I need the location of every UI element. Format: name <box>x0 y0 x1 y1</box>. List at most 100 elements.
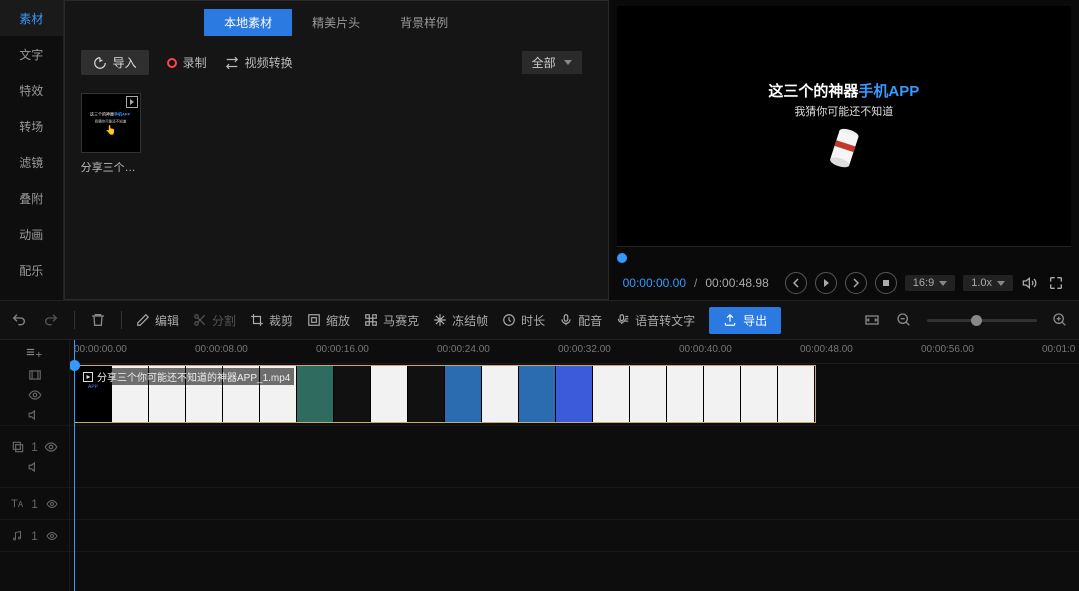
audio-track-header[interactable]: 1 <box>0 520 69 552</box>
convert-button[interactable]: 视频转换 <box>225 54 293 71</box>
speaker-icon[interactable] <box>28 460 42 474</box>
record-button[interactable]: 录制 <box>167 54 207 71</box>
main-toolbar: 编辑 分割 裁剪 缩放 马赛克 冻结帧 时长 配音 语音转文字 导出 <box>0 300 1079 340</box>
sidebar-item-transition[interactable]: 转场 <box>0 108 63 144</box>
text-track[interactable] <box>70 488 1079 520</box>
sidebar-item-fx[interactable]: 特效 <box>0 72 63 108</box>
sidebar-item-music[interactable]: 配乐 <box>0 252 63 288</box>
asset-item[interactable]: 这三个的神器手机APP 我猜你可能还不知道 👆 分享三个你... <box>81 93 141 175</box>
speaker-icon[interactable] <box>28 408 42 422</box>
convert-icon <box>225 56 239 70</box>
time-separator: / <box>694 276 697 290</box>
overlay-track-header[interactable]: 1 <box>0 426 69 488</box>
aspect-ratio-dropdown[interactable]: 16:9 <box>905 275 955 291</box>
fullscreen-icon[interactable] <box>1047 274 1065 292</box>
audio-track[interactable] <box>70 520 1079 552</box>
sidebar-item-text[interactable]: 文字 <box>0 36 63 72</box>
ruler-tick: 00:00:24.00 <box>437 344 490 355</box>
timeline-ruler[interactable]: 00:00:00.00 00:00:08.00 00:00:16.00 00:0… <box>70 340 1079 364</box>
export-button[interactable]: 导出 <box>709 307 781 334</box>
preview-subtitle: 我猜你可能还不知道 <box>794 103 893 119</box>
mosaic-button[interactable]: 马赛克 <box>364 312 419 329</box>
video-clip[interactable]: 分享三个你可能还不知道的神器APP_1.mp4 APP <box>74 365 816 423</box>
track-badge: 1 <box>31 529 38 543</box>
import-icon <box>93 56 107 70</box>
chevron-down-icon <box>939 281 947 286</box>
preview-controls: 00:00:00.00 / 00:00:48.98 16:9 1.0x <box>617 266 1071 300</box>
timeline: ≡₊ 1 Tᴀ 1 1 <box>0 340 1079 591</box>
zoom-out-button[interactable] <box>895 311 913 329</box>
left-sidebar: 素材 文字 特效 转场 滤镜 叠附 动画 配乐 <box>0 0 64 300</box>
ruler-tick: 00:00:48.00 <box>800 344 853 355</box>
asset-thumbnail: 这三个的神器手机APP 我猜你可能还不知道 👆 <box>81 93 141 153</box>
preview-canvas[interactable]: 这三个的神器手机APP 我猜你可能还不知道 <box>617 6 1071 246</box>
voice2text-button[interactable]: 语音转文字 <box>616 312 695 329</box>
filter-dropdown[interactable]: 全部 <box>522 51 582 74</box>
ruler-tick: 00:00:32.00 <box>558 344 611 355</box>
import-button[interactable]: 导入 <box>81 50 149 75</box>
next-frame-button[interactable] <box>845 272 867 294</box>
timeline-body[interactable]: 00:00:00.00 00:00:08.00 00:00:16.00 00:0… <box>70 340 1079 591</box>
overlay-track[interactable] <box>70 426 1079 488</box>
sidebar-item-assets[interactable]: 素材 <box>0 0 63 36</box>
preview-graphic <box>826 125 862 173</box>
add-track-button[interactable]: ≡₊ <box>26 343 43 361</box>
eye-icon[interactable] <box>28 388 42 402</box>
asset-toolbar: 导入 录制 视频转换 全部 <box>65 42 608 83</box>
eye-icon[interactable] <box>46 530 58 542</box>
scale-button[interactable]: 缩放 <box>307 312 350 329</box>
zoom-in-button[interactable] <box>1051 311 1069 329</box>
dub-button[interactable]: 配音 <box>559 312 602 329</box>
crop-button[interactable]: 裁剪 <box>250 312 293 329</box>
stop-button[interactable] <box>875 272 897 294</box>
preview-scrubber[interactable] <box>617 246 1071 266</box>
import-label: 导入 <box>113 54 137 71</box>
asset-panel: 本地素材 精美片头 背景样例 导入 录制 视频转换 全部 <box>64 0 609 300</box>
convert-label: 视频转换 <box>245 54 293 71</box>
tab-intros[interactable]: 精美片头 <box>292 9 380 36</box>
preview-title: 这三个的神器手机APP <box>768 80 919 101</box>
time-total: 00:00:48.98 <box>705 276 768 290</box>
delete-button[interactable] <box>89 311 107 329</box>
time-current: 00:00:00.00 <box>623 276 686 290</box>
redo-button[interactable] <box>42 311 60 329</box>
scrub-handle[interactable] <box>617 253 627 263</box>
text-track-header[interactable]: Tᴀ 1 <box>0 488 69 520</box>
duration-button[interactable]: 时长 <box>502 312 545 329</box>
layers-icon <box>11 440 25 454</box>
sidebar-item-filter[interactable]: 滤镜 <box>0 144 63 180</box>
clip-label: 分享三个你可能还不知道的神器APP_1.mp4 <box>79 368 294 385</box>
filter-label: 全部 <box>532 54 556 71</box>
eye-icon[interactable] <box>46 498 58 510</box>
track-badge: 1 <box>31 440 38 454</box>
asset-tabs: 本地素材 精美片头 背景样例 <box>65 1 608 42</box>
asset-name: 分享三个你... <box>81 159 141 175</box>
speed-dropdown[interactable]: 1.0x <box>963 275 1013 291</box>
playhead[interactable] <box>74 340 75 591</box>
tab-backgrounds[interactable]: 背景样例 <box>380 9 468 36</box>
video-track-header[interactable] <box>0 364 69 426</box>
freeze-button[interactable]: 冻结帧 <box>433 312 488 329</box>
undo-button[interactable] <box>10 311 28 329</box>
tab-local[interactable]: 本地素材 <box>204 9 292 36</box>
play-indicator-icon <box>126 96 138 108</box>
prev-frame-button[interactable] <box>785 272 807 294</box>
ruler-tick: 00:00:56.00 <box>921 344 974 355</box>
play-button[interactable] <box>815 272 837 294</box>
sidebar-item-animation[interactable]: 动画 <box>0 216 63 252</box>
chevron-down-icon <box>564 60 572 65</box>
ruler-tick: 00:01:0 <box>1042 344 1075 355</box>
text-icon: Tᴀ <box>11 498 23 510</box>
chevron-down-icon <box>997 281 1005 286</box>
video-track[interactable]: 分享三个你可能还不知道的神器APP_1.mp4 APP <box>70 364 1079 426</box>
zoom-slider[interactable] <box>927 319 1037 322</box>
fit-button[interactable] <box>863 311 881 329</box>
record-icon <box>167 58 177 68</box>
sidebar-item-overlay[interactable]: 叠附 <box>0 180 63 216</box>
music-icon <box>11 530 23 542</box>
volume-icon[interactable] <box>1021 274 1039 292</box>
eye-icon[interactable] <box>44 440 58 454</box>
ruler-tick: 00:00:00.00 <box>74 344 127 355</box>
edit-button[interactable]: 编辑 <box>136 312 179 329</box>
split-button[interactable]: 分割 <box>193 312 236 329</box>
